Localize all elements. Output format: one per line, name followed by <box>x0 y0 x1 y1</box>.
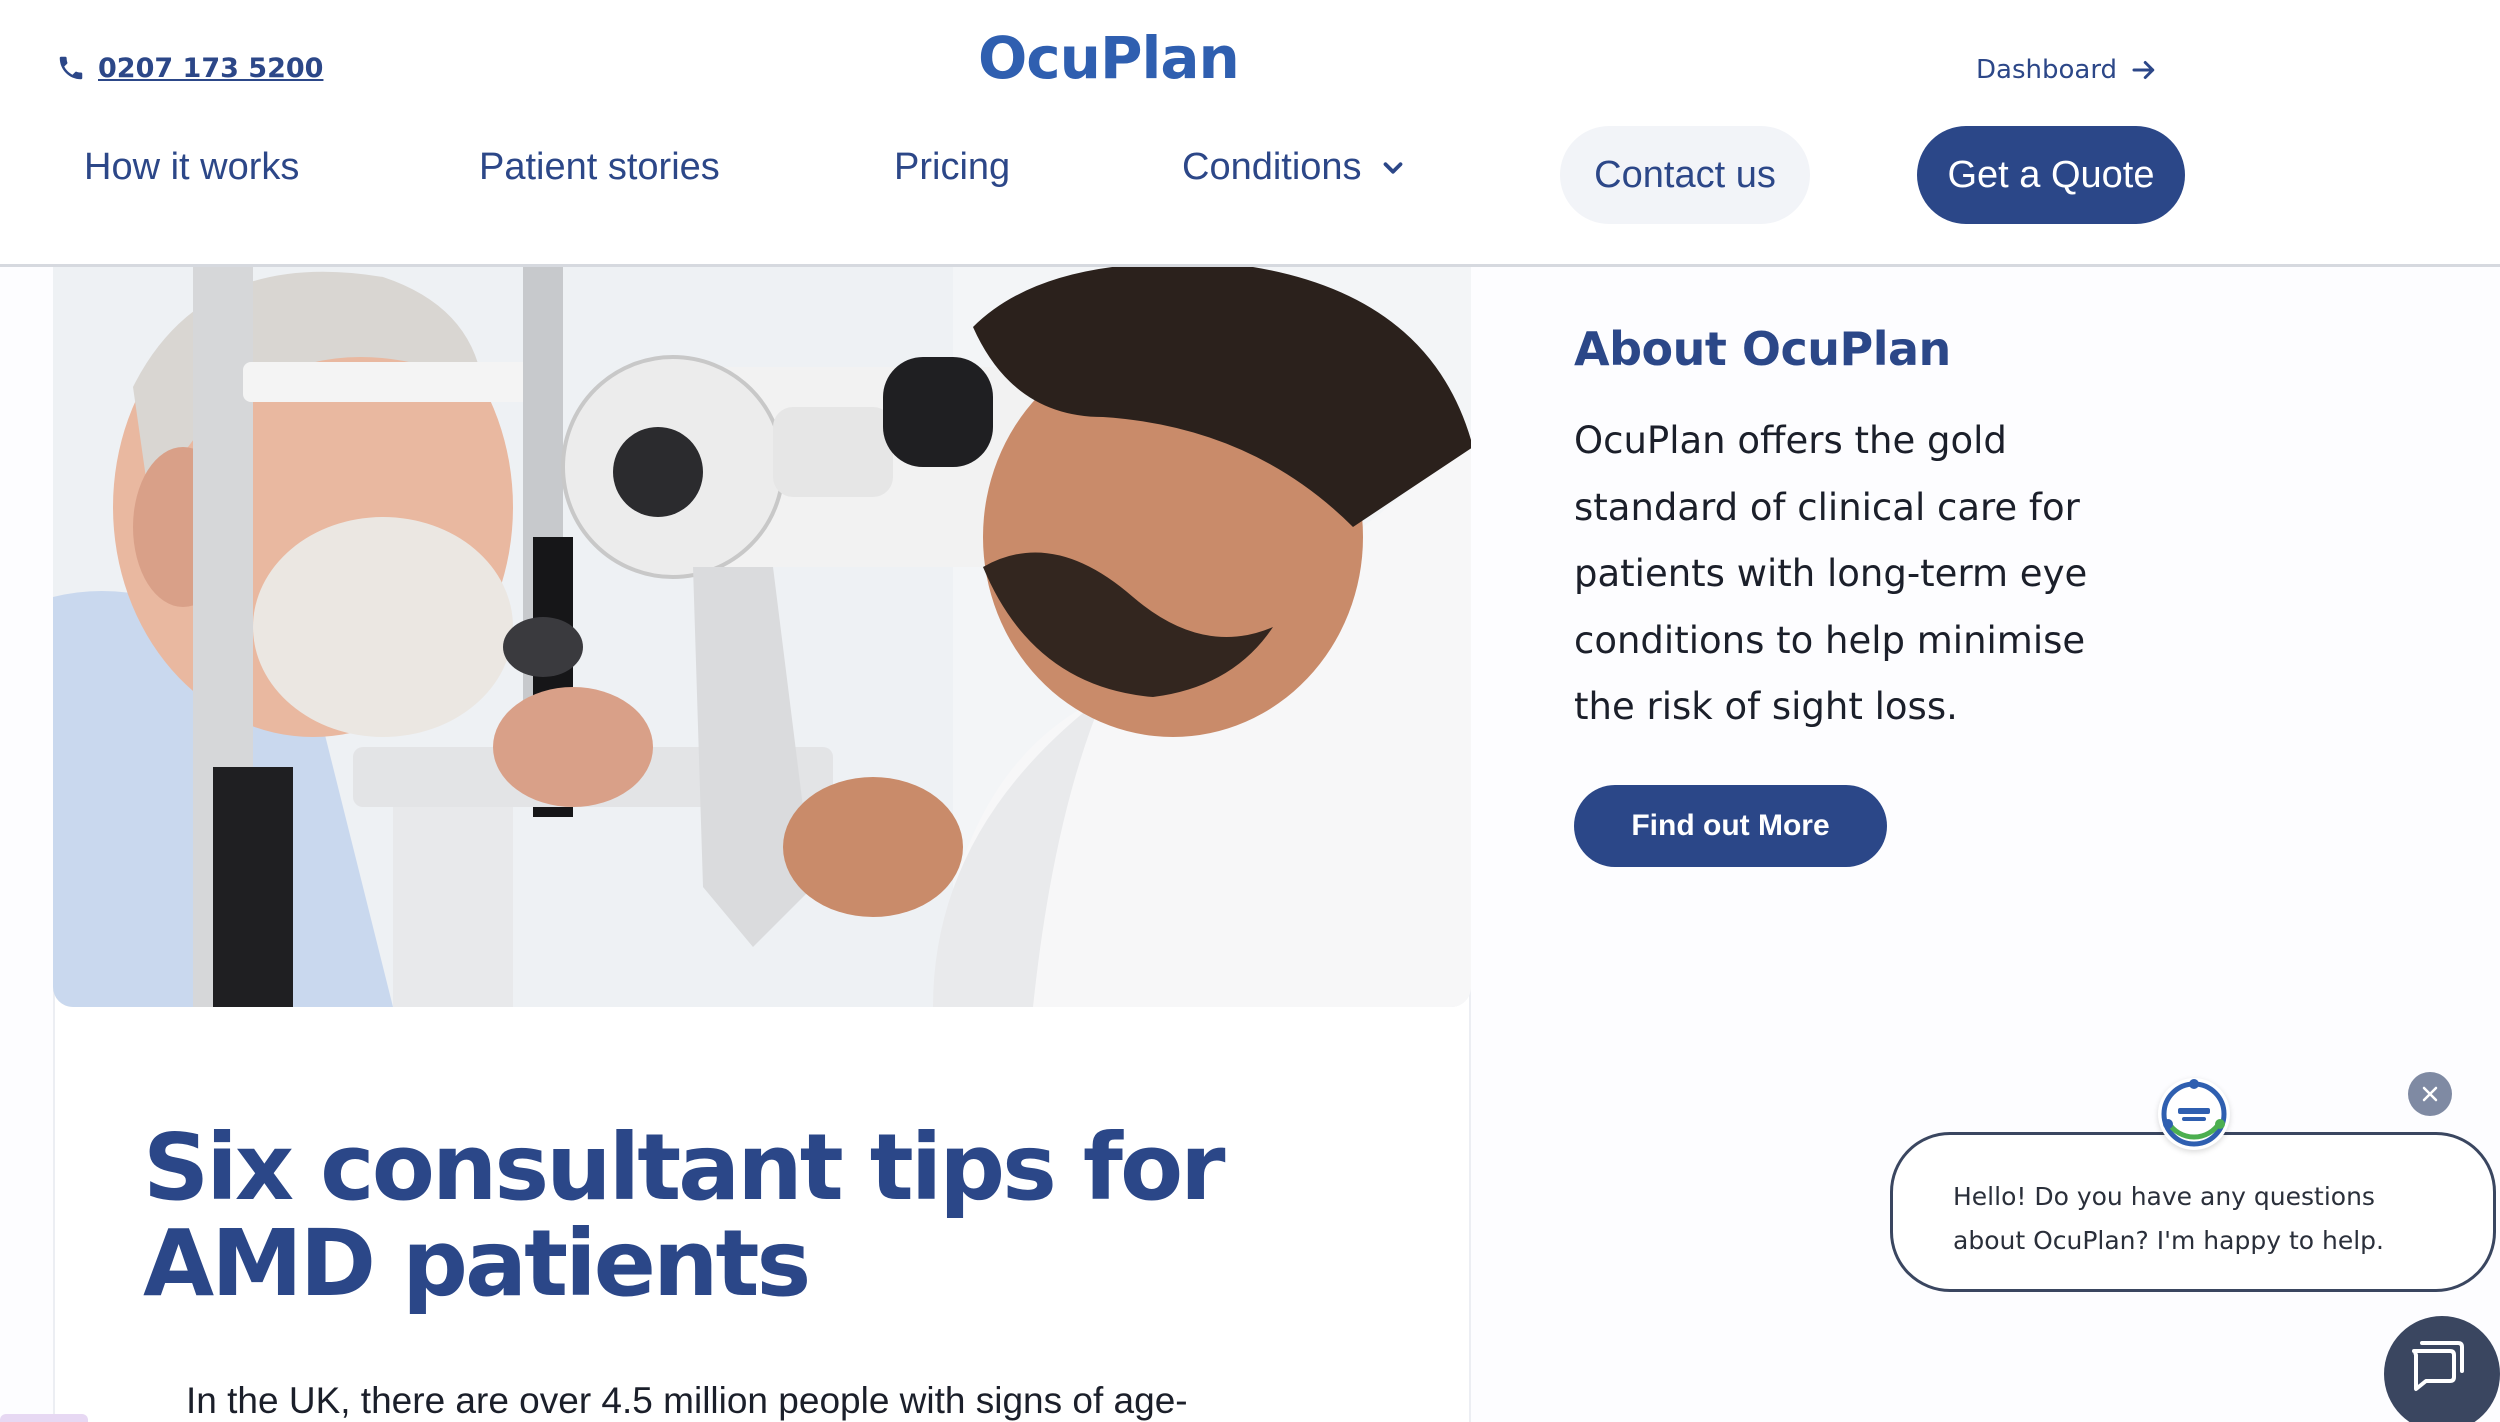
chat-close-button[interactable] <box>2408 1072 2452 1116</box>
get-a-quote-button[interactable]: Get a Quote <box>1917 126 2185 224</box>
dashboard-link[interactable]: Dashboard <box>1976 50 2159 90</box>
left-edge-tab[interactable] <box>0 1414 88 1422</box>
chat-greeting-bubble[interactable]: Hello! Do you have any questions about O… <box>1890 1132 2496 1292</box>
ocuplan-logo[interactable]: OcuPlan <box>978 24 1240 92</box>
dashboard-label[interactable]: Dashboard <box>1976 55 2117 85</box>
find-out-more-button[interactable]: Find out More <box>1574 785 1887 867</box>
site-header: 0207 173 5200 OcuPlan Dashboard How it w… <box>0 0 2500 267</box>
article-hero-image <box>53 267 1471 1007</box>
arrow-right-icon <box>2132 61 2155 79</box>
page: 0207 173 5200 OcuPlan Dashboard How it w… <box>0 0 2500 1422</box>
close-icon <box>2422 1086 2438 1102</box>
eye-exam-illustration <box>53 267 1471 1007</box>
chevron-down-icon <box>1383 161 1402 174</box>
phone-icon <box>59 56 83 80</box>
nav-how-it-works[interactable]: How it works <box>84 146 299 189</box>
contact-us-button[interactable]: Contact us <box>1560 126 1810 224</box>
phone-number[interactable]: 0207 173 5200 <box>98 53 323 84</box>
chat-greeting-text: Hello! Do you have any questions about O… <box>1953 1182 2384 1255</box>
chat-icon <box>2412 1341 2464 1391</box>
article-title: Six consultant tips for AMD patients <box>143 1114 1226 1317</box>
chat-avatar <box>2158 1078 2230 1150</box>
nav-patient-stories[interactable]: Patient stories <box>479 146 720 189</box>
chat-launcher-button[interactable] <box>2384 1316 2500 1422</box>
ocuplan-avatar-logo <box>2161 1079 2227 1147</box>
nav-conditions[interactable]: Conditions <box>1182 146 1408 189</box>
nav-conditions-label[interactable]: Conditions <box>1182 146 1362 189</box>
nav-pricing[interactable]: Pricing <box>894 146 1010 189</box>
about-title: About OcuPlan <box>1574 322 1951 376</box>
about-description: OcuPlan offers the gold standard of clin… <box>1574 419 2088 728</box>
article-intro-text: In the UK, there are over 4.5 million pe… <box>186 1380 1188 1421</box>
phone-link[interactable]: 0207 173 5200 <box>56 48 323 88</box>
